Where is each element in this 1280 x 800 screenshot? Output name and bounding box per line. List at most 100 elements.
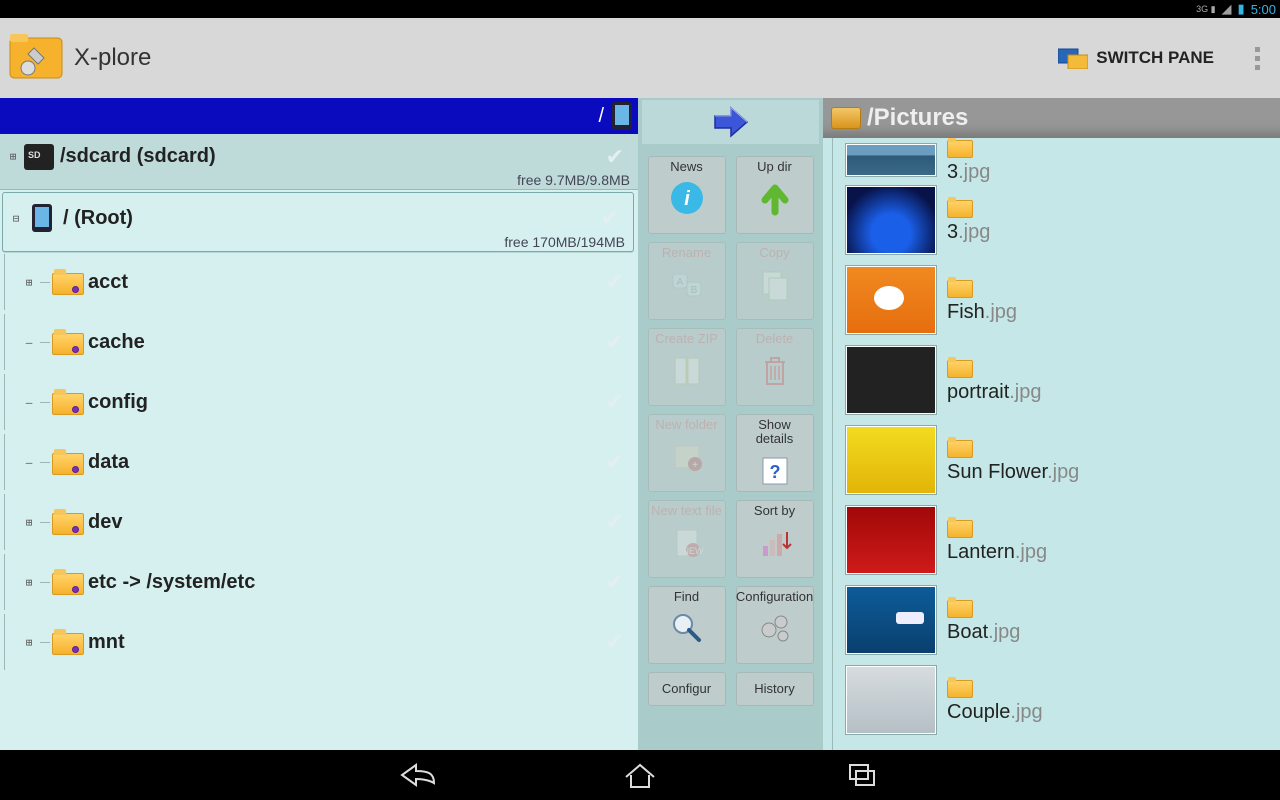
app-title: X-plore [74, 44, 1048, 72]
image-file-icon [947, 517, 971, 537]
folder-row[interactable]: ⊞ etc -> /system/etc ✔ [4, 552, 638, 612]
left-file-list[interactable]: ⊞ /sdcard (sdcard) ✔ free 9.7MB/9.8MB ⊟ … [0, 134, 638, 750]
direction-arrow[interactable] [642, 100, 819, 144]
tool-updir-button[interactable]: Up dir [736, 156, 814, 234]
clock: 5:00 [1251, 2, 1276, 17]
home-button[interactable] [619, 760, 661, 790]
expand-icon[interactable]: ⊞ [18, 576, 40, 589]
tool-label: New text file [651, 504, 722, 518]
collapse-icon[interactable]: ⊟ [5, 212, 27, 225]
arrow-right-icon [711, 105, 751, 139]
file-row[interactable]: Sun Flower.jpg [845, 420, 1278, 500]
main-content: / ⊞ /sdcard (sdcard) ✔ free 9.7MB/9.8MB … [0, 98, 1280, 750]
folder-row[interactable]: – cache ✔ [4, 312, 638, 372]
check-icon[interactable]: ✔ [601, 205, 629, 231]
check-icon[interactable]: ✔ [606, 509, 634, 535]
check-icon[interactable]: ✔ [606, 629, 634, 655]
tool-zip-button[interactable]: Create ZIP [648, 328, 726, 406]
action-bar: X-plore SWITCH PANE [0, 18, 1280, 98]
tool-rename-button[interactable]: RenameAB [648, 242, 726, 320]
updir-icon [755, 178, 795, 218]
thumbnail [845, 585, 937, 655]
check-icon[interactable]: ✔ [606, 144, 634, 170]
folder-label: cache [88, 331, 145, 354]
zip-icon [667, 350, 707, 390]
tool-newfolder-button[interactable]: New folder+ [648, 414, 726, 492]
tool-label: Copy [759, 246, 789, 260]
image-file-icon [947, 357, 971, 377]
folder-row[interactable]: ⊞ dev ✔ [4, 492, 638, 552]
battery-icon: ▮ [1238, 1, 1245, 17]
file-row[interactable]: Lantern.jpg [845, 500, 1278, 580]
tool-config2-button[interactable]: Configur [648, 672, 726, 706]
left-path-text: / [598, 105, 604, 128]
check-icon[interactable]: ✔ [606, 329, 634, 355]
file-row[interactable]: Fish.jpg [845, 260, 1278, 340]
expand-icon[interactable]: – [18, 396, 40, 409]
tool-label: News [670, 160, 703, 174]
tool-details-button[interactable]: Show details? [736, 414, 814, 492]
overflow-menu-button[interactable] [1244, 47, 1270, 70]
expand-icon[interactable]: ⊞ [18, 516, 40, 529]
tool-newtext-button[interactable]: New text fileNEW [648, 500, 726, 578]
file-row[interactable]: 3.jpg [845, 180, 1278, 260]
root-row[interactable]: ⊟ / (Root) ✔ free 170MB/194MB [2, 192, 634, 252]
expand-icon[interactable]: ⊞ [18, 636, 40, 649]
tool-news-button[interactable]: Newsi [648, 156, 726, 234]
left-path-bar[interactable]: / [0, 98, 638, 134]
tool-copy-button[interactable]: Copy [736, 242, 814, 320]
svg-text:A: A [676, 277, 683, 288]
expand-icon[interactable]: ⊞ [18, 276, 40, 289]
thumbnail [845, 425, 937, 495]
back-button[interactable] [397, 760, 439, 790]
right-path-bar[interactable]: /Pictures [823, 98, 1280, 138]
check-icon[interactable]: ✔ [606, 269, 634, 295]
folder-icon [52, 269, 82, 295]
image-file-icon [947, 277, 971, 297]
switch-pane-button[interactable]: SWITCH PANE [1048, 41, 1224, 75]
expand-icon[interactable]: – [18, 456, 40, 469]
check-icon[interactable]: ✔ [606, 389, 634, 415]
tool-sort-button[interactable]: Sort by [736, 500, 814, 578]
thumbnail [845, 265, 937, 335]
folder-row[interactable]: ⊞ acct ✔ [4, 252, 638, 312]
sort-icon [755, 522, 795, 562]
file-row[interactable]: portrait.jpg [845, 340, 1278, 420]
folder-icon [52, 389, 82, 415]
switch-pane-icon [1058, 47, 1088, 69]
check-icon[interactable]: ✔ [606, 569, 634, 595]
drive-icon [831, 107, 861, 129]
tool-history-button[interactable]: History [736, 672, 814, 706]
network-icon: 3G ▮ [1196, 5, 1215, 14]
tool-delete-button[interactable]: Delete [736, 328, 814, 406]
expand-icon[interactable]: ⊞ [2, 150, 24, 163]
folder-icon [52, 449, 82, 475]
recent-apps-button[interactable] [841, 760, 883, 790]
check-icon[interactable]: ✔ [606, 449, 634, 475]
sdcard-free: free 9.7MB/9.8MB [517, 172, 630, 188]
left-pane: / ⊞ /sdcard (sdcard) ✔ free 9.7MB/9.8MB … [0, 98, 638, 750]
tool-find-button[interactable]: Find [648, 586, 726, 664]
newfolder-icon: + [667, 436, 707, 476]
right-file-list[interactable]: 3.jpg 3.jpg Fish.jpg portrait.jpg Sun Fl… [823, 138, 1280, 750]
expand-icon[interactable]: – [18, 336, 40, 349]
app-icon[interactable] [6, 28, 66, 88]
file-row[interactable]: Couple.jpg [845, 660, 1278, 740]
folder-label: config [88, 391, 148, 414]
sdcard-row[interactable]: ⊞ /sdcard (sdcard) ✔ free 9.7MB/9.8MB [0, 134, 638, 190]
details-icon: ? [755, 450, 795, 490]
tool-label: Create ZIP [655, 332, 718, 346]
folder-row[interactable]: ⊞ mnt ✔ [4, 612, 638, 672]
android-status-bar: 3G ▮ ◢ ▮ 5:00 [0, 0, 1280, 18]
svg-text:?: ? [769, 462, 780, 482]
folder-label: acct [88, 271, 128, 294]
file-row[interactable]: 3.jpg [845, 140, 1278, 180]
tool-config-button[interactable]: Configuration [736, 586, 814, 664]
file-label: Sun Flower.jpg [947, 437, 1079, 484]
file-row[interactable]: Boat.jpg [845, 580, 1278, 660]
folder-icon [52, 329, 82, 355]
thumbnail [845, 143, 937, 177]
folder-row[interactable]: – config ✔ [4, 372, 638, 432]
folder-row[interactable]: – data ✔ [4, 432, 638, 492]
android-nav-bar [0, 750, 1280, 800]
